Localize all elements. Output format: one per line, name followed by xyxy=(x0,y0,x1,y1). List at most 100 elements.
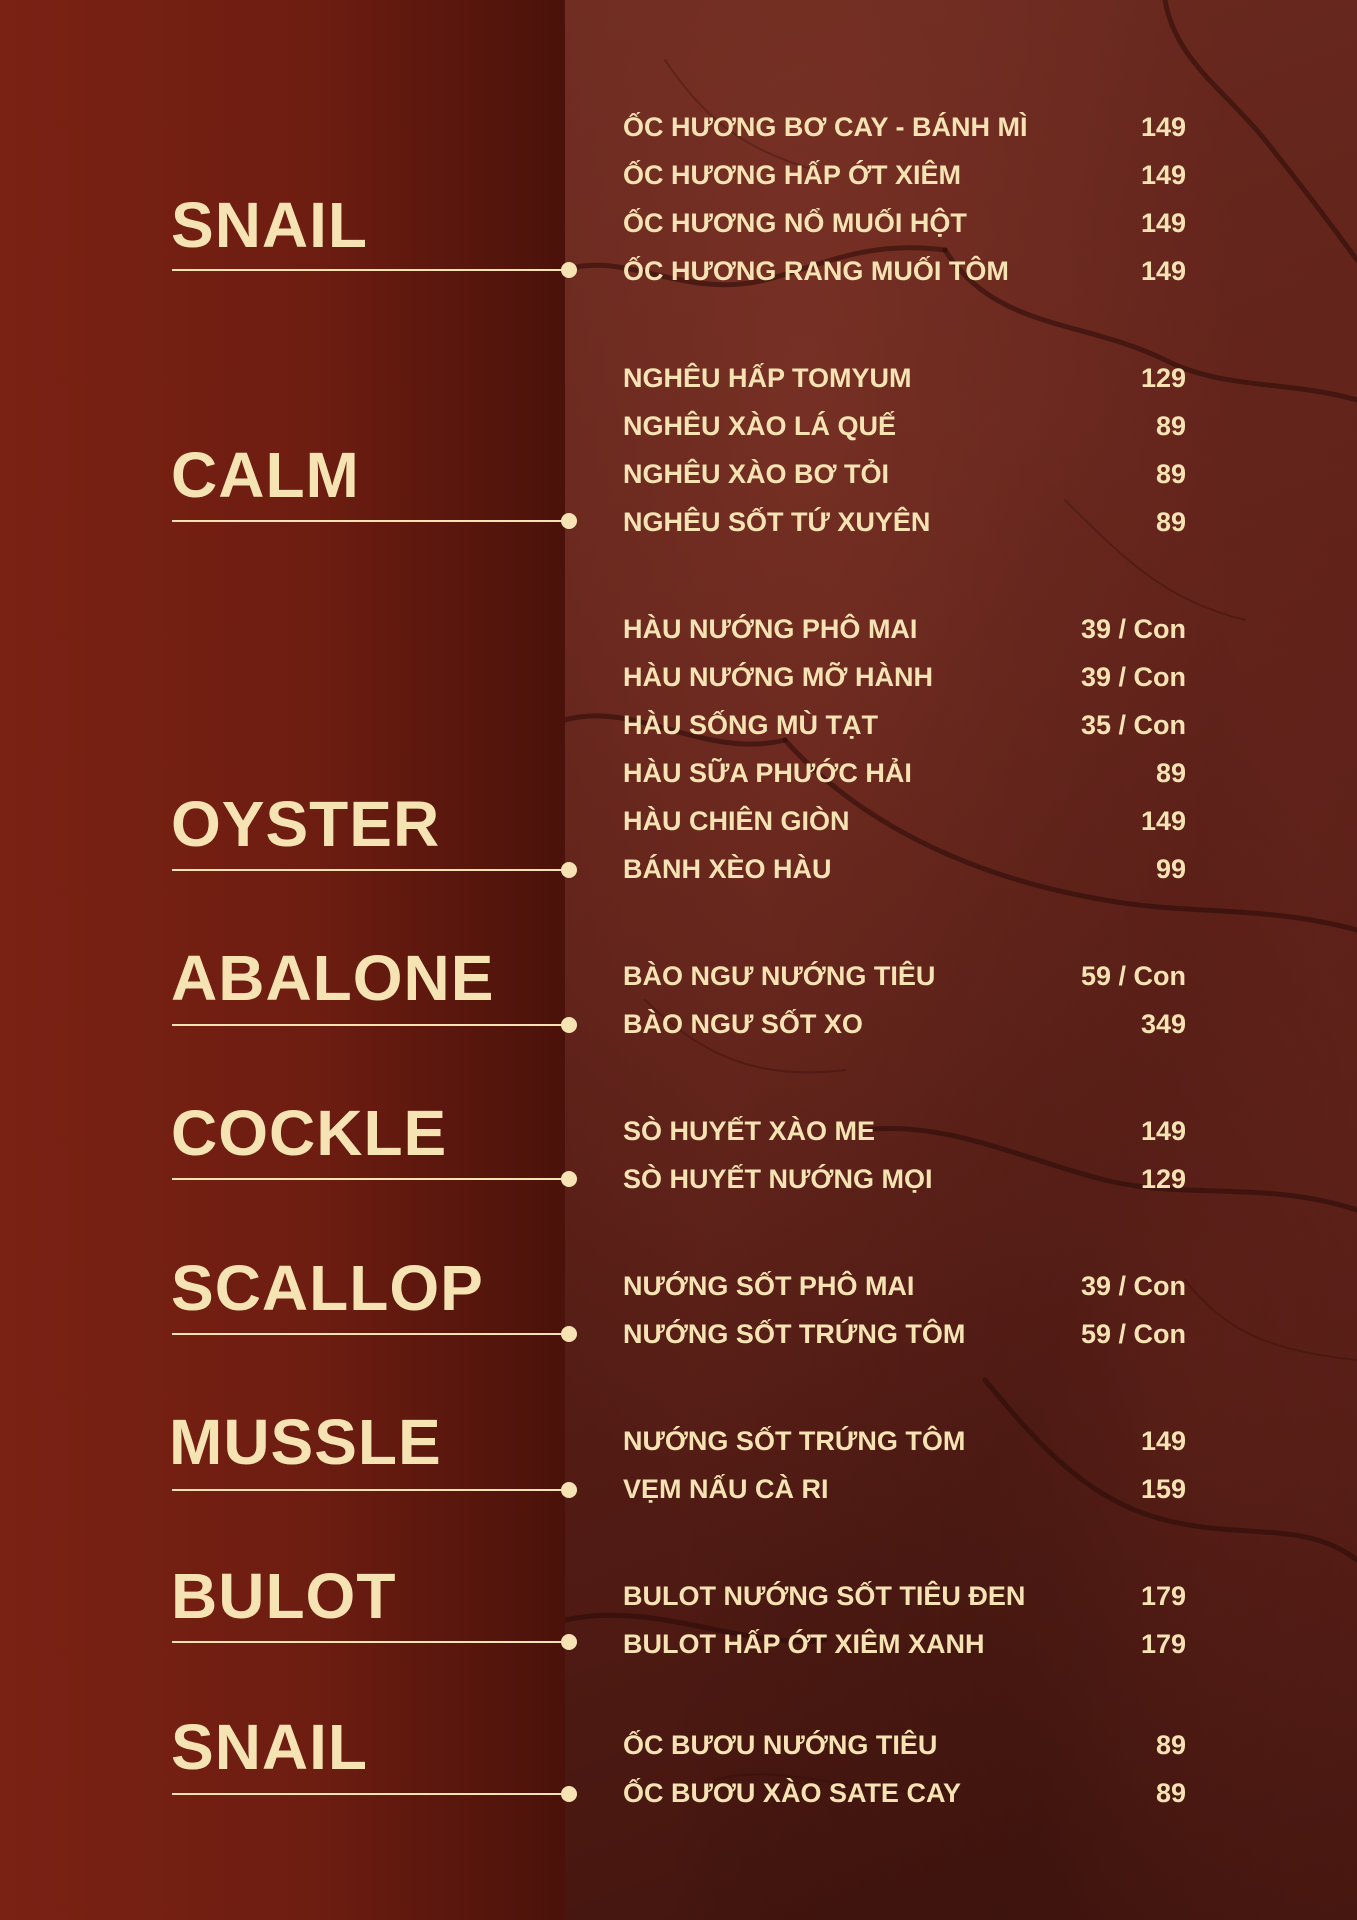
menu-item: NGHÊU SỐT TỨ XUYÊN 89 xyxy=(623,502,1186,542)
divider-dot xyxy=(561,513,577,529)
category-title: CALM xyxy=(171,439,360,511)
menu-item: ỐC HƯƠNG BƠ CAY - BÁNH MÌ 149 xyxy=(623,107,1186,147)
item-price: 89 xyxy=(1155,507,1186,537)
category-divider xyxy=(172,1793,569,1795)
menu-item: NGHÊU XÀO BƠ TỎI 89 xyxy=(623,454,1186,494)
item-price: 89 xyxy=(1155,411,1186,441)
item-price: 99 xyxy=(1155,854,1186,884)
menu-item: HÀU CHIÊN GIÒN 149 xyxy=(623,801,1186,841)
category-title: SNAIL xyxy=(171,1711,368,1783)
item-name: HÀU NƯỚNG PHÔ MAI xyxy=(623,614,918,644)
item-price: 89 xyxy=(1155,758,1186,788)
item-price: 159 xyxy=(1140,1474,1186,1504)
item-price: 39 / Con xyxy=(1080,614,1186,644)
item-price: 349 xyxy=(1140,1009,1186,1039)
menu-item: NƯỚNG SỐT TRỨNG TÔM 59 / Con xyxy=(623,1314,1186,1354)
item-name: NGHÊU XÀO BƠ TỎI xyxy=(623,459,890,489)
divider-dot xyxy=(561,1634,577,1650)
item-name: ỐC BƯƠU NƯỚNG TIÊU xyxy=(623,1730,938,1760)
menu-item: ỐC HƯƠNG NỔ MUỐI HỘT 149 xyxy=(623,203,1186,243)
menu-item: BULOT NƯỚNG SỐT TIÊU ĐEN 179 xyxy=(623,1576,1186,1616)
item-name: NGHÊU SỐT TỨ XUYÊN xyxy=(623,507,931,537)
item-name: HÀU SỮA PHƯỚC HẢI xyxy=(623,758,912,788)
menu-item: VẸM NẤU CÀ RI 159 xyxy=(623,1469,1186,1509)
category-title: OYSTER xyxy=(171,788,441,860)
item-price: 149 xyxy=(1140,112,1186,142)
item-price: 179 xyxy=(1140,1629,1186,1659)
item-name: SÒ HUYẾT NƯỚNG MỌI xyxy=(623,1164,933,1194)
menu-item: HÀU SỮA PHƯỚC HẢI 89 xyxy=(623,753,1186,793)
item-price: 149 xyxy=(1140,1116,1186,1146)
menu-item: HÀU NƯỚNG PHÔ MAI 39 / Con xyxy=(623,609,1186,649)
menu-item: NGHÊU HẤP TOMYUM 129 xyxy=(623,358,1186,398)
item-price: 89 xyxy=(1155,1730,1186,1760)
item-name: ỐC HƯƠNG HẤP ỚT XIÊM xyxy=(623,160,961,190)
item-price: 149 xyxy=(1140,160,1186,190)
menu-item: HÀU NƯỚNG MỠ HÀNH 39 / Con xyxy=(623,657,1186,697)
item-name: SÒ HUYẾT XÀO ME xyxy=(623,1116,876,1146)
item-name: ỐC BƯƠU XÀO SATE CAY xyxy=(623,1778,961,1808)
divider-dot xyxy=(561,1326,577,1342)
category-divider xyxy=(172,869,569,871)
menu-item: NƯỚNG SỐT PHÔ MAI 39 / Con xyxy=(623,1266,1186,1306)
item-name: HÀU CHIÊN GIÒN xyxy=(623,806,850,836)
category-title: SCALLOP xyxy=(171,1252,484,1324)
item-name: BÀO NGƯ SỐT XO xyxy=(623,1009,863,1039)
menu-item: HÀU SỐNG MÙ TẠT 35 / Con xyxy=(623,705,1186,745)
category-divider xyxy=(172,1489,569,1491)
divider-dot xyxy=(561,1017,577,1033)
item-name: HÀU SỐNG MÙ TẠT xyxy=(623,710,878,740)
category-divider xyxy=(172,1641,569,1643)
category-title: BULOT xyxy=(171,1560,397,1632)
menu-item: SÒ HUYẾT XÀO ME 149 xyxy=(623,1111,1186,1151)
category-title: ABALONE xyxy=(171,942,495,1014)
item-price: 35 / Con xyxy=(1080,710,1186,740)
item-price: 149 xyxy=(1140,256,1186,286)
menu-item: SÒ HUYẾT NƯỚNG MỌI 129 xyxy=(623,1159,1186,1199)
item-price: 39 / Con xyxy=(1080,662,1186,692)
item-name: ỐC HƯƠNG BƠ CAY - BÁNH MÌ xyxy=(623,112,1028,142)
item-price: 89 xyxy=(1155,1778,1186,1808)
menu-item: ỐC HƯƠNG HẤP ỚT XIÊM 149 xyxy=(623,155,1186,195)
item-name: NƯỚNG SỐT TRỨNG TÔM xyxy=(623,1426,966,1456)
menu-item: BÀO NGƯ SỐT XO 349 xyxy=(623,1004,1186,1044)
item-price: 179 xyxy=(1140,1581,1186,1611)
category-divider xyxy=(172,1024,569,1026)
item-name: NƯỚNG SỐT TRỨNG TÔM xyxy=(623,1319,966,1349)
item-price: 59 / Con xyxy=(1080,1319,1186,1349)
category-divider xyxy=(172,1178,569,1180)
item-name: NGHÊU XÀO LÁ QUẾ xyxy=(623,411,897,441)
category-title: SNAIL xyxy=(171,189,368,261)
menu-item: BÀO NGƯ NƯỚNG TIÊU 59 / Con xyxy=(623,956,1186,996)
divider-dot xyxy=(561,1482,577,1498)
menu-item: ỐC BƯƠU XÀO SATE CAY 89 xyxy=(623,1773,1186,1813)
menu-item: ỐC HƯƠNG RANG MUỐI TÔM 149 xyxy=(623,251,1186,291)
item-name: BULOT HẤP ỚT XIÊM XANH xyxy=(623,1629,985,1659)
item-price: 129 xyxy=(1140,1164,1186,1194)
divider-dot xyxy=(561,262,577,278)
divider-dot xyxy=(561,1171,577,1187)
item-name: NGHÊU HẤP TOMYUM xyxy=(623,363,912,393)
category-divider xyxy=(172,1333,569,1335)
item-name: BÁNH XÈO HÀU xyxy=(623,854,832,884)
menu-item: NƯỚNG SỐT TRỨNG TÔM 149 xyxy=(623,1421,1186,1461)
item-price: 129 xyxy=(1140,363,1186,393)
item-name: BÀO NGƯ NƯỚNG TIÊU xyxy=(623,961,936,991)
item-price: 149 xyxy=(1140,1426,1186,1456)
category-title: COCKLE xyxy=(171,1097,448,1169)
item-name: NƯỚNG SỐT PHÔ MAI xyxy=(623,1271,915,1301)
item-price: 149 xyxy=(1140,806,1186,836)
item-price: 59 / Con xyxy=(1080,961,1186,991)
category-title: MUSSLE xyxy=(169,1406,442,1478)
divider-dot xyxy=(561,1786,577,1802)
item-name: ỐC HƯƠNG NỔ MUỐI HỘT xyxy=(623,208,967,238)
menu-item: BULOT HẤP ỚT XIÊM XANH 179 xyxy=(623,1624,1186,1664)
item-name: ỐC HƯƠNG RANG MUỐI TÔM xyxy=(623,256,1009,286)
item-price: 149 xyxy=(1140,208,1186,238)
item-name: VẸM NẤU CÀ RI xyxy=(623,1474,829,1504)
item-price: 39 / Con xyxy=(1080,1271,1186,1301)
item-price: 89 xyxy=(1155,459,1186,489)
menu-item: BÁNH XÈO HÀU 99 xyxy=(623,849,1186,889)
item-name: HÀU NƯỚNG MỠ HÀNH xyxy=(623,662,933,692)
category-divider xyxy=(172,269,569,271)
